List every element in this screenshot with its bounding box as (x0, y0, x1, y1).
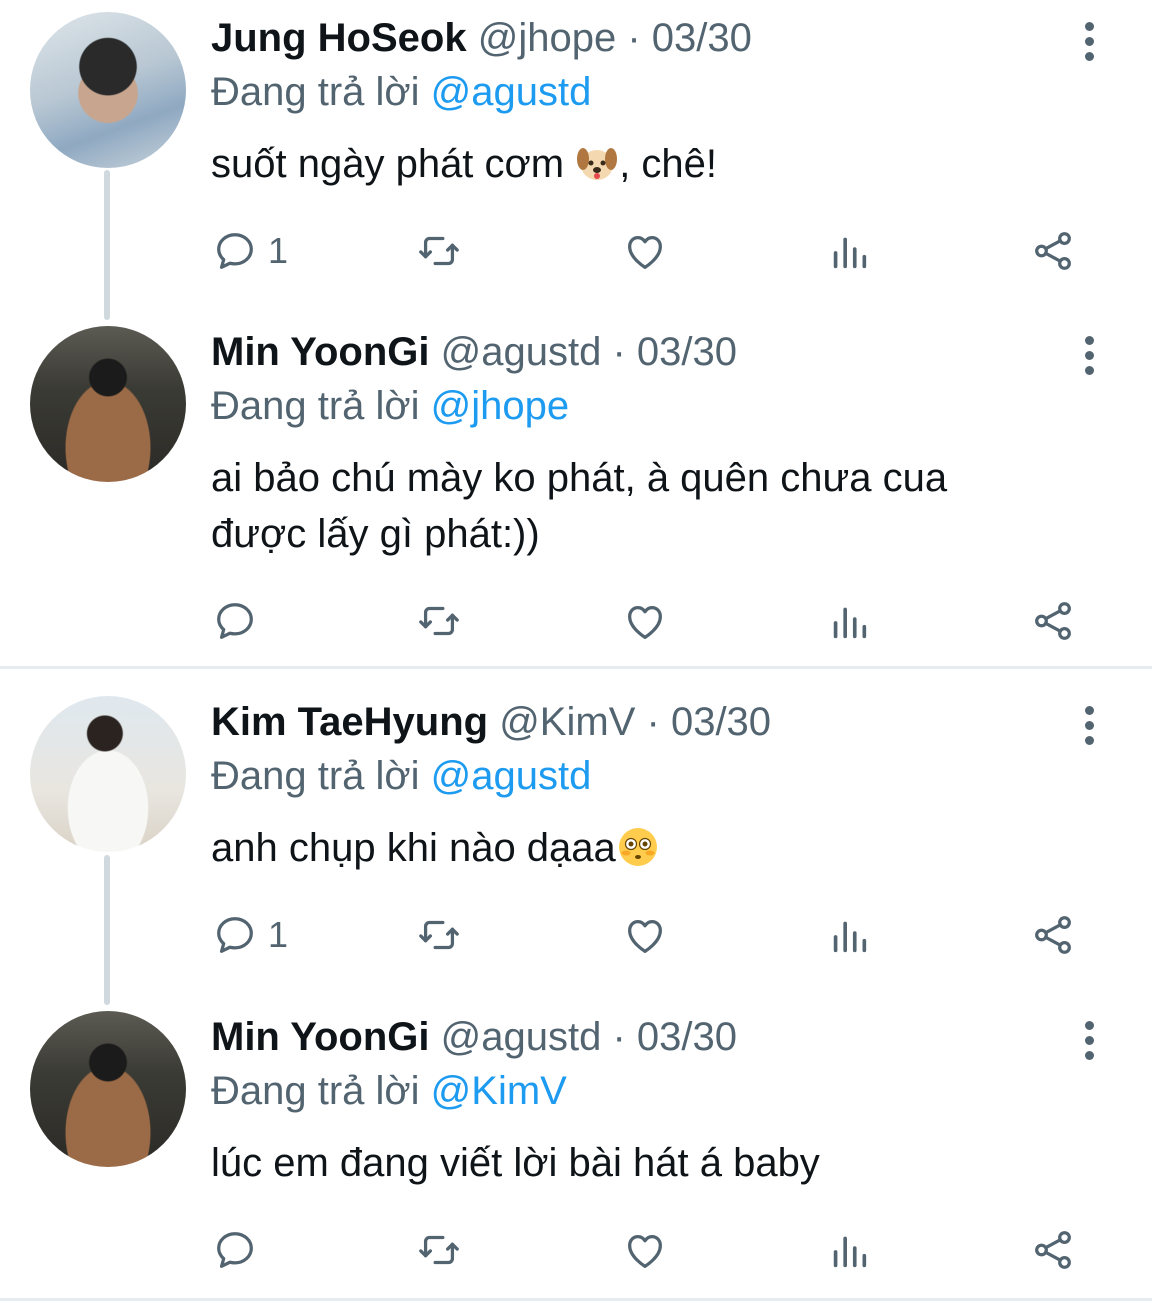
tweet-date[interactable]: 03/30 (637, 1015, 737, 1059)
tweet-text-part: anh chụp khi nào dạaa (211, 826, 616, 870)
reply-prefix: Đang trả lời (211, 70, 420, 114)
reply-count: 1 (268, 914, 289, 955)
views-button[interactable] (826, 910, 872, 960)
reply-button[interactable]: 1 (212, 910, 288, 960)
share-button[interactable] (1030, 910, 1076, 960)
separator-dot: · (627, 16, 641, 60)
mention-link[interactable]: @KimV (431, 1069, 567, 1113)
user-handle[interactable]: @agustd (441, 1015, 602, 1059)
reply-prefix: Đang trả lời (211, 754, 420, 798)
retweet-icon (419, 606, 459, 636)
tweet-text: ai bảo chú mày ko phát, à quên chưa cua … (211, 450, 1091, 562)
views-button[interactable] (826, 596, 872, 646)
tweet-header: Min YoonGi @agustd · 03/30 (211, 1013, 737, 1061)
thread-connector (104, 855, 110, 1005)
tweet-text: lúc em đang viết lời bài hát á baby (211, 1141, 820, 1185)
tweet-date[interactable]: 03/30 (652, 16, 752, 60)
user-handle[interactable]: @jhope (478, 16, 616, 60)
share-icon (1035, 1231, 1071, 1269)
tweet-text-line: được lấy gì phát:)) (211, 512, 540, 556)
separator-dot: · (612, 1015, 626, 1059)
reply-icon (217, 1232, 253, 1268)
tweet-header: Min YoonGi @agustd · 03/30 (211, 328, 737, 376)
like-button[interactable] (622, 910, 668, 960)
tweet-text-line: ai bảo chú mày ko phát, à quên chưa cua (211, 456, 948, 500)
views-icon (833, 1236, 867, 1268)
replying-to: Đang trả lời @agustd (211, 752, 591, 800)
replying-to: Đang trả lời @KimV (211, 1067, 567, 1115)
views-icon (833, 921, 867, 953)
retweet-button[interactable] (416, 910, 462, 960)
replying-to: Đang trả lời @jhope (211, 382, 569, 430)
like-icon (628, 605, 662, 639)
avatar[interactable] (30, 12, 186, 168)
separator-dot: · (612, 330, 626, 374)
thread-connector (104, 170, 110, 320)
more-icon[interactable] (1074, 1021, 1104, 1061)
user-handle[interactable]: @KimV (499, 700, 635, 744)
avatar[interactable] (30, 326, 186, 482)
tweet-date[interactable]: 03/30 (671, 700, 771, 744)
avatar[interactable] (30, 696, 186, 852)
like-button[interactable] (622, 226, 668, 276)
share-button[interactable] (1030, 596, 1076, 646)
like-icon (628, 235, 662, 269)
like-icon (628, 919, 662, 953)
share-button[interactable] (1030, 1225, 1076, 1275)
reply-prefix: Đang trả lời (211, 1069, 420, 1113)
share-icon (1035, 232, 1071, 270)
reply-count: 1 (268, 230, 289, 271)
separator-dot: · (646, 700, 660, 744)
user-handle[interactable]: @agustd (441, 330, 602, 374)
tweet-text-part: , chê! (619, 142, 718, 186)
reply-icon (217, 603, 253, 639)
retweet-icon (419, 1235, 459, 1265)
like-icon (628, 1234, 662, 1268)
replying-to: Đang trả lời @agustd (211, 68, 591, 116)
mention-link[interactable]: @agustd (431, 70, 592, 114)
display-name[interactable]: Kim TaeHyung (211, 700, 488, 744)
tweet-text: suốt ngày phát cơm , chê! (211, 136, 1091, 192)
mention-link[interactable]: @jhope (431, 384, 569, 428)
like-button[interactable] (622, 596, 668, 646)
tweet-date[interactable]: 03/30 (637, 330, 737, 374)
tweet-text: anh chụp khi nào dạaa (211, 820, 1091, 876)
more-icon[interactable] (1074, 22, 1104, 62)
share-icon (1035, 602, 1071, 640)
avatar[interactable] (30, 1011, 186, 1167)
mention-link[interactable]: @agustd (431, 754, 592, 798)
reply-prefix: Đang trả lời (211, 384, 420, 428)
display-name[interactable]: Jung HoSeok (211, 16, 467, 60)
retweet-icon (419, 920, 459, 950)
tweet-text-part: suốt ngày phát cơm (211, 142, 576, 186)
display-name[interactable]: Min YoonGi (211, 330, 430, 374)
dog-face-emoji (577, 148, 618, 180)
tweet-header: Kim TaeHyung @KimV · 03/30 (211, 698, 771, 746)
tweet-header: Jung HoSeok @jhope · 03/30 (211, 14, 752, 62)
like-button[interactable] (622, 1225, 668, 1275)
retweet-button[interactable] (416, 596, 462, 646)
share-icon (1035, 916, 1071, 954)
more-icon[interactable] (1074, 706, 1104, 746)
retweet-button[interactable] (416, 1225, 462, 1275)
retweet-icon (419, 236, 459, 266)
views-button[interactable] (826, 226, 872, 276)
reply-button[interactable] (212, 596, 258, 646)
reply-icon (217, 917, 253, 953)
reply-button[interactable] (212, 1225, 258, 1275)
reply-icon (217, 233, 253, 269)
views-button[interactable] (826, 1225, 872, 1275)
share-button[interactable] (1030, 226, 1076, 276)
display-name[interactable]: Min YoonGi (211, 1015, 430, 1059)
views-icon (833, 237, 867, 269)
retweet-button[interactable] (416, 226, 462, 276)
more-icon[interactable] (1074, 336, 1104, 376)
conversation-divider (0, 666, 1152, 669)
views-icon (833, 607, 867, 639)
reply-button[interactable]: 1 (212, 226, 288, 276)
flushed-face-emoji (618, 828, 657, 866)
